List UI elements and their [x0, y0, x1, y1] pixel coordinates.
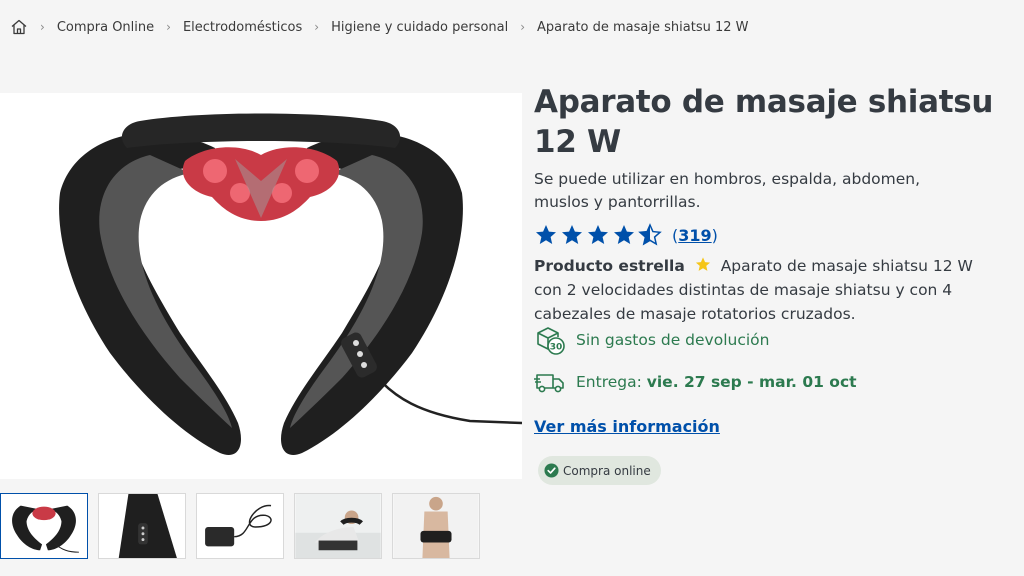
- badge-text: Compra online: [563, 463, 651, 478]
- more-info-link[interactable]: Ver más información: [534, 417, 720, 436]
- feature-delivery: Entrega: vie. 27 sep - mar. 01 oct: [534, 366, 857, 398]
- thumbnail-strip: [0, 493, 480, 559]
- chevron-right-icon: ›: [40, 20, 45, 34]
- delivery-dates: vie. 27 sep - mar. 01 oct: [646, 373, 857, 391]
- check-circle-icon: [544, 463, 559, 478]
- highlight-label: Producto estrella: [534, 257, 685, 275]
- rating-count: 319: [678, 225, 712, 245]
- rating-count-close: ): [711, 225, 718, 245]
- thumbnail-massager-front[interactable]: [0, 493, 88, 559]
- star-full-icon: [588, 225, 608, 244]
- thumbnail-massager-controls[interactable]: [98, 493, 186, 559]
- product-rating[interactable]: (319): [534, 222, 1014, 248]
- delivery-truck-icon: [534, 374, 564, 393]
- product-subtitle: Se puede utilizar en hombros, espalda, a…: [534, 170, 921, 211]
- product-description: Producto estrella Aparato de masaje shia…: [534, 254, 984, 326]
- star-half-icon: [638, 223, 662, 246]
- breadcrumb-current: Aparato de masaje shiatsu 12 W: [537, 19, 749, 35]
- chevron-right-icon: ›: [166, 20, 171, 34]
- feature-returns: 30 Sin gastos de devolución: [534, 324, 769, 356]
- star-full-icon: [536, 225, 556, 244]
- thumbnail-person-back-use[interactable]: [392, 493, 480, 559]
- returns-text: Sin gastos de devolución: [576, 331, 770, 349]
- yellow-star-icon: [695, 257, 710, 271]
- chevron-right-icon: ›: [314, 20, 320, 34]
- breadcrumb: › Compra Online › Electrodomésticos › Hi…: [10, 16, 749, 38]
- product-main-image[interactable]: [0, 93, 522, 479]
- product-info: Aparato de masaje shiatsu 12 W Se puede …: [534, 82, 1014, 326]
- delivery-label: Entrega:: [576, 373, 642, 391]
- star-full-icon: [614, 225, 634, 244]
- thumbnail-person-neck-use[interactable]: [294, 493, 382, 559]
- chevron-right-icon: ›: [520, 20, 526, 34]
- product-title: Aparato de masaje shiatsu 12 W: [534, 84, 994, 160]
- box-return-30-icon: 30: [537, 327, 565, 355]
- breadcrumb-link-electrodomesticos[interactable]: Electrodomésticos: [183, 20, 302, 35]
- online-purchase-badge: Compra online: [538, 456, 661, 485]
- svg-text:30: 30: [550, 343, 563, 353]
- breadcrumb-link-compra-online[interactable]: Compra Online: [57, 20, 154, 35]
- rating-count-link[interactable]: (319): [672, 226, 718, 245]
- home-icon[interactable]: [10, 18, 28, 36]
- breadcrumb-link-higiene[interactable]: Higiene y cuidado personal: [331, 20, 508, 35]
- star-full-icon: [562, 225, 582, 244]
- thumbnail-power-adapter[interactable]: [196, 493, 284, 559]
